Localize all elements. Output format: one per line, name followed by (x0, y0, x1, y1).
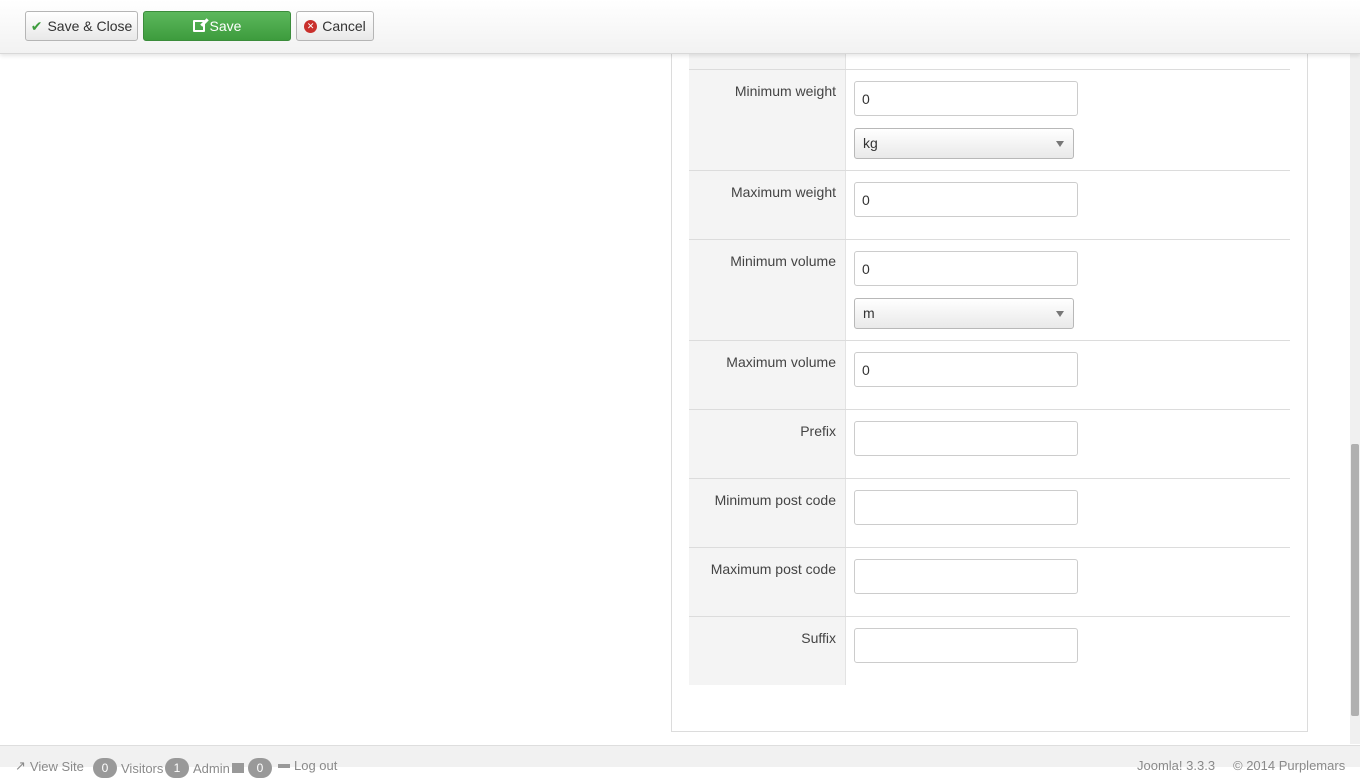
row-label-cell: Minimum weight (689, 70, 846, 170)
checkmark-icon: ✔ (30, 17, 43, 34)
max-post-code-input[interactable] (854, 559, 1078, 594)
version-text: Joomla! 3.3.3 (1137, 758, 1216, 773)
logout-label: Log out (294, 758, 338, 773)
min-post-code-input[interactable] (854, 490, 1078, 525)
toolbar: ✔ Save & Close Save ✕ Cancel (0, 0, 1360, 54)
row-label-cell: Minimum post code (689, 479, 846, 547)
suffix-input[interactable] (854, 628, 1078, 663)
max-post-code-label: Maximum post code (710, 561, 836, 577)
form-row-min-weight: Minimum weight kg (689, 69, 1290, 170)
cancel-button[interactable]: ✕ Cancel (296, 11, 374, 41)
save-close-button[interactable]: ✔ Save & Close (25, 11, 138, 41)
row-label-cell: Minimum volume (689, 240, 846, 340)
form-row-min-volume: Minimum volume m (689, 239, 1290, 340)
messages-status[interactable]: 0 (232, 758, 272, 778)
admin-label: Admin (193, 760, 230, 776)
min-post-code-label: Minimum post code (714, 492, 836, 508)
row-label-cell: Maximum post code (689, 548, 846, 616)
row-label-cell: Suffix (689, 617, 846, 685)
min-weight-input[interactable] (854, 81, 1078, 116)
view-site-link[interactable]: ↗ View Site (15, 758, 84, 774)
prefix-label: Prefix (800, 423, 836, 439)
max-weight-input[interactable] (854, 182, 1078, 217)
visitors-label: Visitors (121, 760, 164, 776)
prefix-input[interactable] (854, 421, 1078, 456)
external-link-icon: ↗ (15, 758, 26, 773)
row-label-cell: Prefix (689, 410, 846, 478)
form-row-min-post-code: Minimum post code (689, 478, 1290, 547)
min-volume-label: Minimum volume (730, 253, 836, 269)
visitors-status: 0 Visitors (93, 758, 163, 778)
min-weight-label: Minimum weight (734, 83, 836, 99)
form-row-suffix: Suffix (689, 616, 1290, 685)
visitors-count-badge: 0 (93, 758, 117, 778)
form-panel: Minimum weight kg Maximum weight Minimum… (671, 40, 1308, 732)
vertical-scrollbar[interactable] (1350, 54, 1360, 744)
form-row-max-weight: Maximum weight (689, 170, 1290, 239)
row-label-cell: Maximum weight (689, 171, 846, 239)
chevron-down-icon (1056, 311, 1064, 317)
logout-link[interactable]: Log out (278, 758, 337, 773)
min-weight-unit-select[interactable]: kg (854, 128, 1074, 159)
admin-count-badge: 1 (165, 758, 189, 778)
copyright-text: © 2014 Purplemars (1233, 758, 1346, 773)
min-weight-unit-value: kg (863, 135, 878, 151)
row-label-cell: Maximum volume (689, 341, 846, 409)
max-weight-label: Maximum weight (730, 184, 836, 200)
form-table: Minimum weight kg Maximum weight Minimum… (689, 41, 1290, 685)
form-row-max-volume: Maximum volume (689, 340, 1290, 409)
min-volume-input[interactable] (854, 251, 1078, 286)
cancel-icon: ✕ (304, 19, 318, 33)
status-bar: ↗ View Site 0 Visitors 1 Admin 0 Log out… (0, 745, 1360, 778)
max-volume-input[interactable] (854, 352, 1078, 387)
save-button[interactable]: Save (143, 11, 291, 41)
save-label: Save (209, 18, 242, 34)
edit-icon (192, 20, 205, 32)
chevron-down-icon (1056, 141, 1064, 147)
view-site-label: View Site (29, 758, 84, 774)
suffix-label: Suffix (801, 630, 836, 646)
form-row-prefix: Prefix (689, 409, 1290, 478)
max-volume-label: Maximum volume (726, 354, 836, 370)
messages-count-badge: 0 (248, 758, 272, 778)
save-close-label: Save & Close (47, 18, 133, 34)
cancel-label: Cancel (322, 18, 366, 34)
min-volume-unit-select[interactable]: m (854, 298, 1074, 329)
min-volume-unit-value: m (863, 305, 875, 321)
admin-status: 1 Admin (165, 758, 230, 778)
scrollbar-thumb[interactable] (1351, 444, 1359, 716)
envelope-icon (232, 763, 244, 773)
form-row-max-post-code: Maximum post code (689, 547, 1290, 616)
